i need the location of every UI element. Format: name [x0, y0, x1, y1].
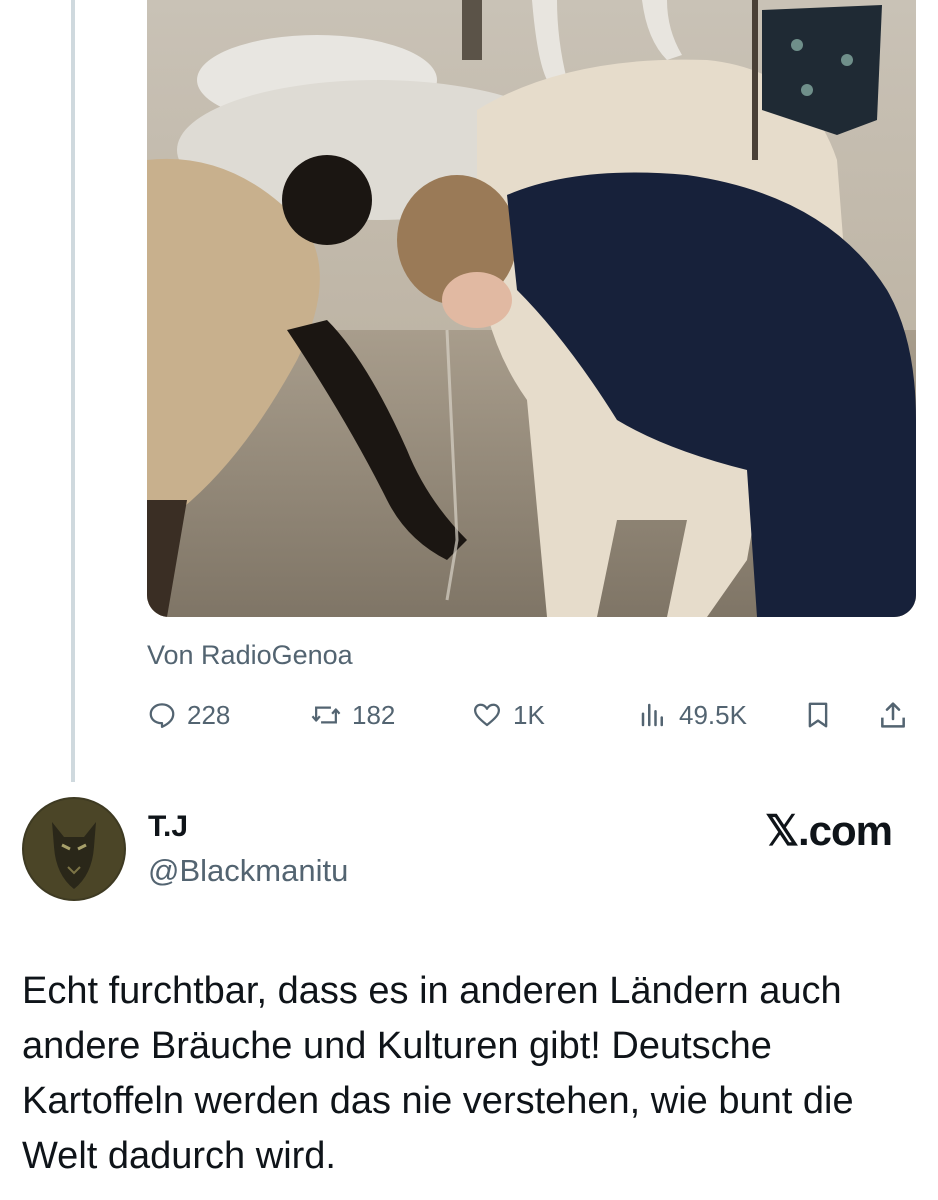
- views-button[interactable]: 49.5K: [637, 695, 747, 735]
- like-count: 1K: [513, 699, 545, 730]
- author-handle[interactable]: @Blackmanitu: [148, 853, 348, 889]
- like-button[interactable]: 1K: [471, 695, 545, 735]
- bookmark-icon: [808, 702, 828, 728]
- repost-button[interactable]: 182: [310, 695, 395, 735]
- author-display-name[interactable]: T.J: [148, 810, 188, 844]
- tweet-text: Echt furchtbar, dass es in anderen Lände…: [22, 970, 854, 1177]
- view-count: 49.5K: [679, 699, 747, 730]
- wolf-avatar-image: [22, 797, 126, 901]
- heart-icon: [474, 703, 500, 727]
- x-com-watermark: 𝕏.com: [765, 807, 893, 854]
- share-icon: [881, 702, 905, 728]
- reply-count: 228: [187, 699, 231, 730]
- repost-count: 182: [352, 699, 396, 730]
- reply-icon: [149, 703, 175, 728]
- bar-chart-icon: [641, 703, 663, 727]
- repost-icon: [311, 706, 341, 724]
- bookmark-button[interactable]: [798, 695, 838, 735]
- video-source-attribution[interactable]: Von RadioGenoa: [147, 640, 353, 671]
- avatar[interactable]: [22, 797, 126, 901]
- video-frame: [147, 0, 916, 617]
- reply-button[interactable]: 228: [147, 695, 230, 735]
- embedded-video[interactable]: [147, 0, 916, 617]
- share-button[interactable]: [873, 695, 913, 735]
- thread-connector-line: [71, 0, 75, 782]
